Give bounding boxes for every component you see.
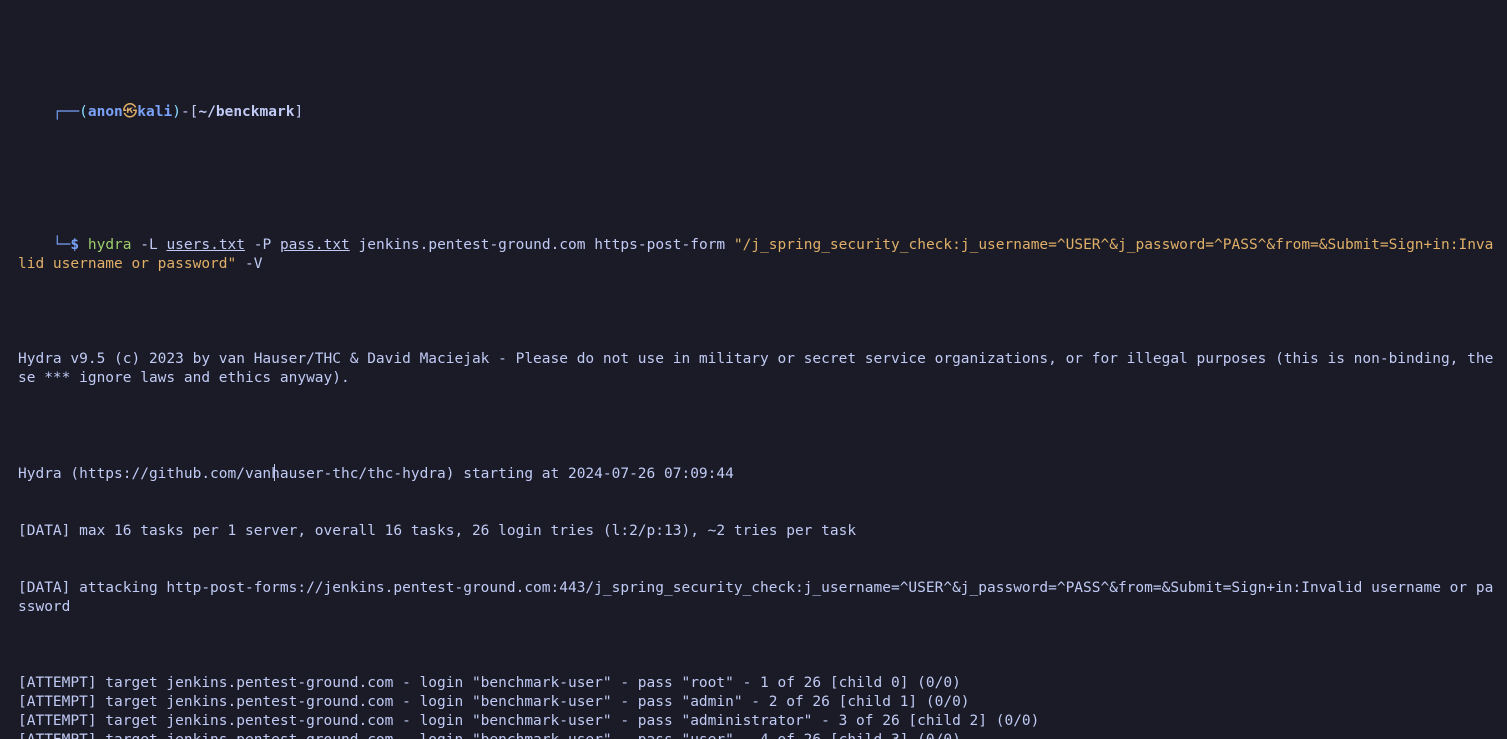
prompt-host: kali xyxy=(137,104,172,120)
command-file-pass: pass.txt xyxy=(280,237,350,253)
prompt-corner-top: ┌── xyxy=(53,104,79,120)
command-file-users: users.txt xyxy=(166,237,245,253)
output-start: Hydra (https://github.com/vanhauser-thc/… xyxy=(18,464,1497,484)
prompt-cwd: ~/benckmark xyxy=(198,104,294,120)
text-cursor xyxy=(274,464,275,481)
command-name: hydra xyxy=(88,237,132,253)
shell-prompt-line-2: └─$ hydra -L users.txt -P pass.txt jenki… xyxy=(18,217,1497,293)
shell-prompt-line-1: ┌──(anon㉿kali)-[~/benckmark] xyxy=(18,84,1497,141)
terminal[interactable]: ┌──(anon㉿kali)-[~/benckmark] └─$ hydra -… xyxy=(0,0,1507,739)
output-data-attacking: [DATA] attacking http-post-forms://jenki… xyxy=(18,579,1497,617)
command-arg-V: -V xyxy=(236,256,262,272)
command-arg-L: -L xyxy=(132,237,167,253)
prompt-at-glyph: ㉿ xyxy=(123,104,138,120)
command-arg-target: jenkins.pentest-ground.com https-post-fo… xyxy=(350,237,734,253)
prompt-corner-bottom: └─ xyxy=(53,237,70,253)
prompt-close-bracket: ] xyxy=(294,104,303,120)
prompt-close-paren: ) xyxy=(172,104,181,120)
prompt-sep: -[ xyxy=(181,104,198,120)
output-attempt-line: [ATTEMPT] target jenkins.pentest-ground.… xyxy=(18,712,1497,731)
output-attempt-line: [ATTEMPT] target jenkins.pentest-ground.… xyxy=(18,674,1497,693)
command-arg-P: -P xyxy=(245,237,280,253)
output-data-tasks: [DATA] max 16 tasks per 1 server, overal… xyxy=(18,522,1497,541)
output-banner: Hydra v9.5 (c) 2023 by van Hauser/THC & … xyxy=(18,350,1497,388)
prompt-open-paren: ( xyxy=(79,104,88,120)
prompt-user: anon xyxy=(88,104,123,120)
output-attempt-line: [ATTEMPT] target jenkins.pentest-ground.… xyxy=(18,731,1497,739)
prompt-symbol: $ xyxy=(70,237,79,253)
output-attempt-line: [ATTEMPT] target jenkins.pentest-ground.… xyxy=(18,693,1497,712)
